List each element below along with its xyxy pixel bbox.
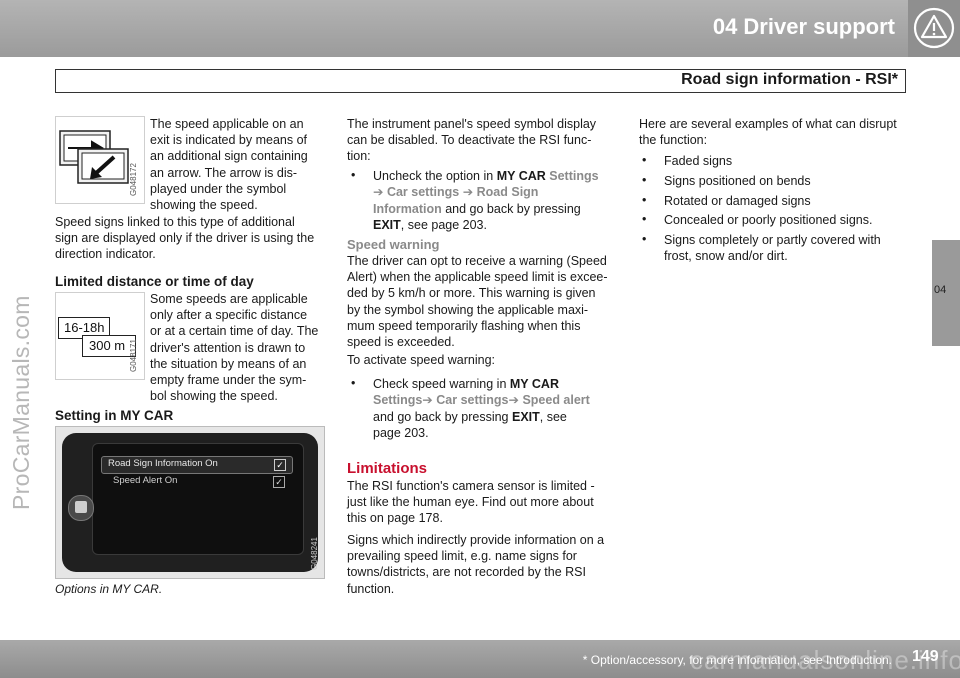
- warning-triangle-icon: [913, 7, 955, 49]
- heading-limited-distance: Limited distance or time of day: [55, 274, 254, 289]
- menu-item-label: Speed Alert On: [113, 475, 178, 486]
- text-line: this on page 178.: [347, 511, 443, 526]
- text-line: or at a certain time of day. The: [150, 324, 319, 339]
- menu-item-label: Road Sign Information On: [108, 458, 218, 469]
- text-line: only after a specific distance: [150, 308, 308, 323]
- car-menu-icon: [68, 495, 94, 521]
- text-line: Alert) when the applicable speed limit i…: [347, 270, 608, 285]
- text-line: the situation by means of an: [150, 356, 307, 371]
- paragraph-exit-sign: The speed applicable on an exit is indic…: [150, 116, 325, 213]
- text-line: played under the symbol: [150, 181, 287, 196]
- text-line: Rotated or damaged signs: [664, 194, 811, 208]
- watermark-text: ProCarManuals.com: [8, 295, 34, 510]
- page-number: 149: [912, 648, 939, 665]
- paragraph-direction-indicator: Speed signs linked to this type of addit…: [55, 214, 327, 263]
- distance-sign-text: 300 m: [89, 338, 126, 353]
- text-line: function.: [347, 581, 395, 596]
- text-line: The speed applicable on an: [150, 117, 304, 131]
- bullet-icon: •: [642, 193, 647, 207]
- my-car-screen-photo: Road Sign Information On ✓ Speed Alert O…: [55, 426, 325, 579]
- figure-caption: Options in MY CAR.: [55, 582, 163, 596]
- paragraph-limited-distance: Some speeds are applicable only after a …: [150, 291, 325, 404]
- text-line: tion:: [347, 149, 371, 164]
- bullet-icon: •: [351, 168, 356, 182]
- checkbox-checked-icon[interactable]: ✓: [274, 459, 286, 471]
- paragraph-disrupt-examples: Here are several examples of what can di…: [639, 116, 914, 148]
- image-code: G048171: [129, 339, 138, 372]
- text-line: empty frame under the sym-: [150, 373, 307, 388]
- text-line: Settings➔ Car settings➔ Speed alert: [373, 393, 590, 407]
- text-line: page 203.: [373, 426, 429, 440]
- heading-limitations: Limitations: [347, 460, 428, 477]
- text-line: Signs which indirectly provide informati…: [347, 533, 605, 547]
- screen-bezel: Road Sign Information On ✓ Speed Alert O…: [62, 433, 318, 572]
- text-line: ➔ Car settings ➔ Road Sign: [373, 185, 539, 199]
- time-sign-text: 16-18h: [64, 320, 105, 335]
- text-line: speed is exceeded.: [347, 335, 455, 350]
- text-line: Check speed warning in MY CAR: [373, 377, 559, 391]
- menu-item-road-sign-information[interactable]: Road Sign Information On ✓: [101, 456, 293, 474]
- footer-note: * Option/accessory, for more information…: [582, 653, 892, 667]
- text-line: frost, snow and/or dirt.: [664, 249, 788, 263]
- paragraph-activate: To activate speed warning:: [347, 353, 496, 367]
- paragraph-speed-warning: The driver can opt to receive a warning …: [347, 253, 617, 350]
- text-line: exit is indicated by means of: [150, 133, 308, 148]
- text-line: Signs positioned on bends: [664, 174, 811, 188]
- text-line: an arrow. The arrow is dis-: [150, 165, 298, 180]
- distance-sign: 300 m: [82, 335, 136, 357]
- text-line: just like the human eye. Find out more a…: [347, 495, 594, 510]
- text-line: Some speeds are applicable: [150, 292, 308, 306]
- text-line: Here are several examples of what can di…: [639, 117, 897, 131]
- bullet-icon: •: [351, 376, 356, 390]
- text-line: and go back by pressing EXIT, see: [373, 410, 567, 424]
- bullet-icon: •: [642, 153, 647, 167]
- text-line: towns/districts, are not recorded by the…: [347, 565, 586, 580]
- image-code: G048172: [129, 163, 138, 196]
- text-line: driver's attention is drawn to: [150, 340, 306, 355]
- heading-speed-warning: Speed warning: [347, 237, 440, 252]
- checkbox-checked-icon[interactable]: ✓: [273, 476, 285, 488]
- paragraph-indirect-signs: Signs which indirectly provide informati…: [347, 532, 617, 597]
- text-line: showing the speed.: [150, 198, 258, 213]
- text-line: The driver can opt to receive a warning …: [347, 254, 607, 268]
- section-title: Road sign information - RSI*: [681, 71, 898, 88]
- bullet-icon: •: [642, 173, 647, 187]
- text-line: The RSI function's camera sensor is limi…: [347, 479, 595, 493]
- text-line: Uncheck the option in MY CAR Settings: [373, 169, 599, 183]
- text-line: sign are displayed only if the driver is…: [55, 231, 315, 246]
- text-line: EXIT, see page 203.: [373, 218, 487, 232]
- text-line: can be disabled. To deactivate the RSI f…: [347, 133, 592, 148]
- text-line: direction indicator.: [55, 247, 156, 262]
- paragraph-deactivate: The instrument panel's speed symbol disp…: [347, 116, 617, 165]
- text-line: Speed signs linked to this type of addit…: [55, 215, 295, 229]
- text-line: The instrument panel's speed symbol disp…: [347, 117, 597, 131]
- menu-item-speed-alert[interactable]: Speed Alert On ✓: [101, 474, 291, 490]
- text-line: an additional sign containing: [150, 149, 308, 164]
- text-line: mum speed temporarily flashing when this: [347, 318, 581, 333]
- text-line: prevailing speed limit, e.g. name signs …: [347, 549, 577, 564]
- text-line: Information and go back by pressing: [373, 202, 581, 216]
- heading-setting-my-car: Setting in MY CAR: [55, 408, 174, 423]
- text-line: Faded signs: [664, 154, 733, 168]
- bullet-icon: •: [642, 212, 647, 226]
- image-code: G048241: [310, 537, 319, 570]
- text-line: bol showing the speed.: [150, 389, 278, 404]
- text-line: ded by 5 km/h or more. This warning is g…: [347, 286, 596, 301]
- text-line: the function:: [639, 133, 708, 148]
- text-line: by the symbol showing the applicable max…: [347, 302, 589, 317]
- text-line: Concealed or poorly positioned signs.: [664, 213, 873, 227]
- text-line: Signs completely or partly covered with: [664, 233, 881, 247]
- bullet-icon: •: [642, 232, 647, 246]
- chapter-title: 04 Driver support: [712, 14, 895, 39]
- paragraph-camera-sensor: The RSI function's camera sensor is limi…: [347, 478, 617, 527]
- chapter-side-tab-number: 04: [934, 284, 947, 296]
- screen-display: Road Sign Information On ✓ Speed Alert O…: [92, 443, 304, 555]
